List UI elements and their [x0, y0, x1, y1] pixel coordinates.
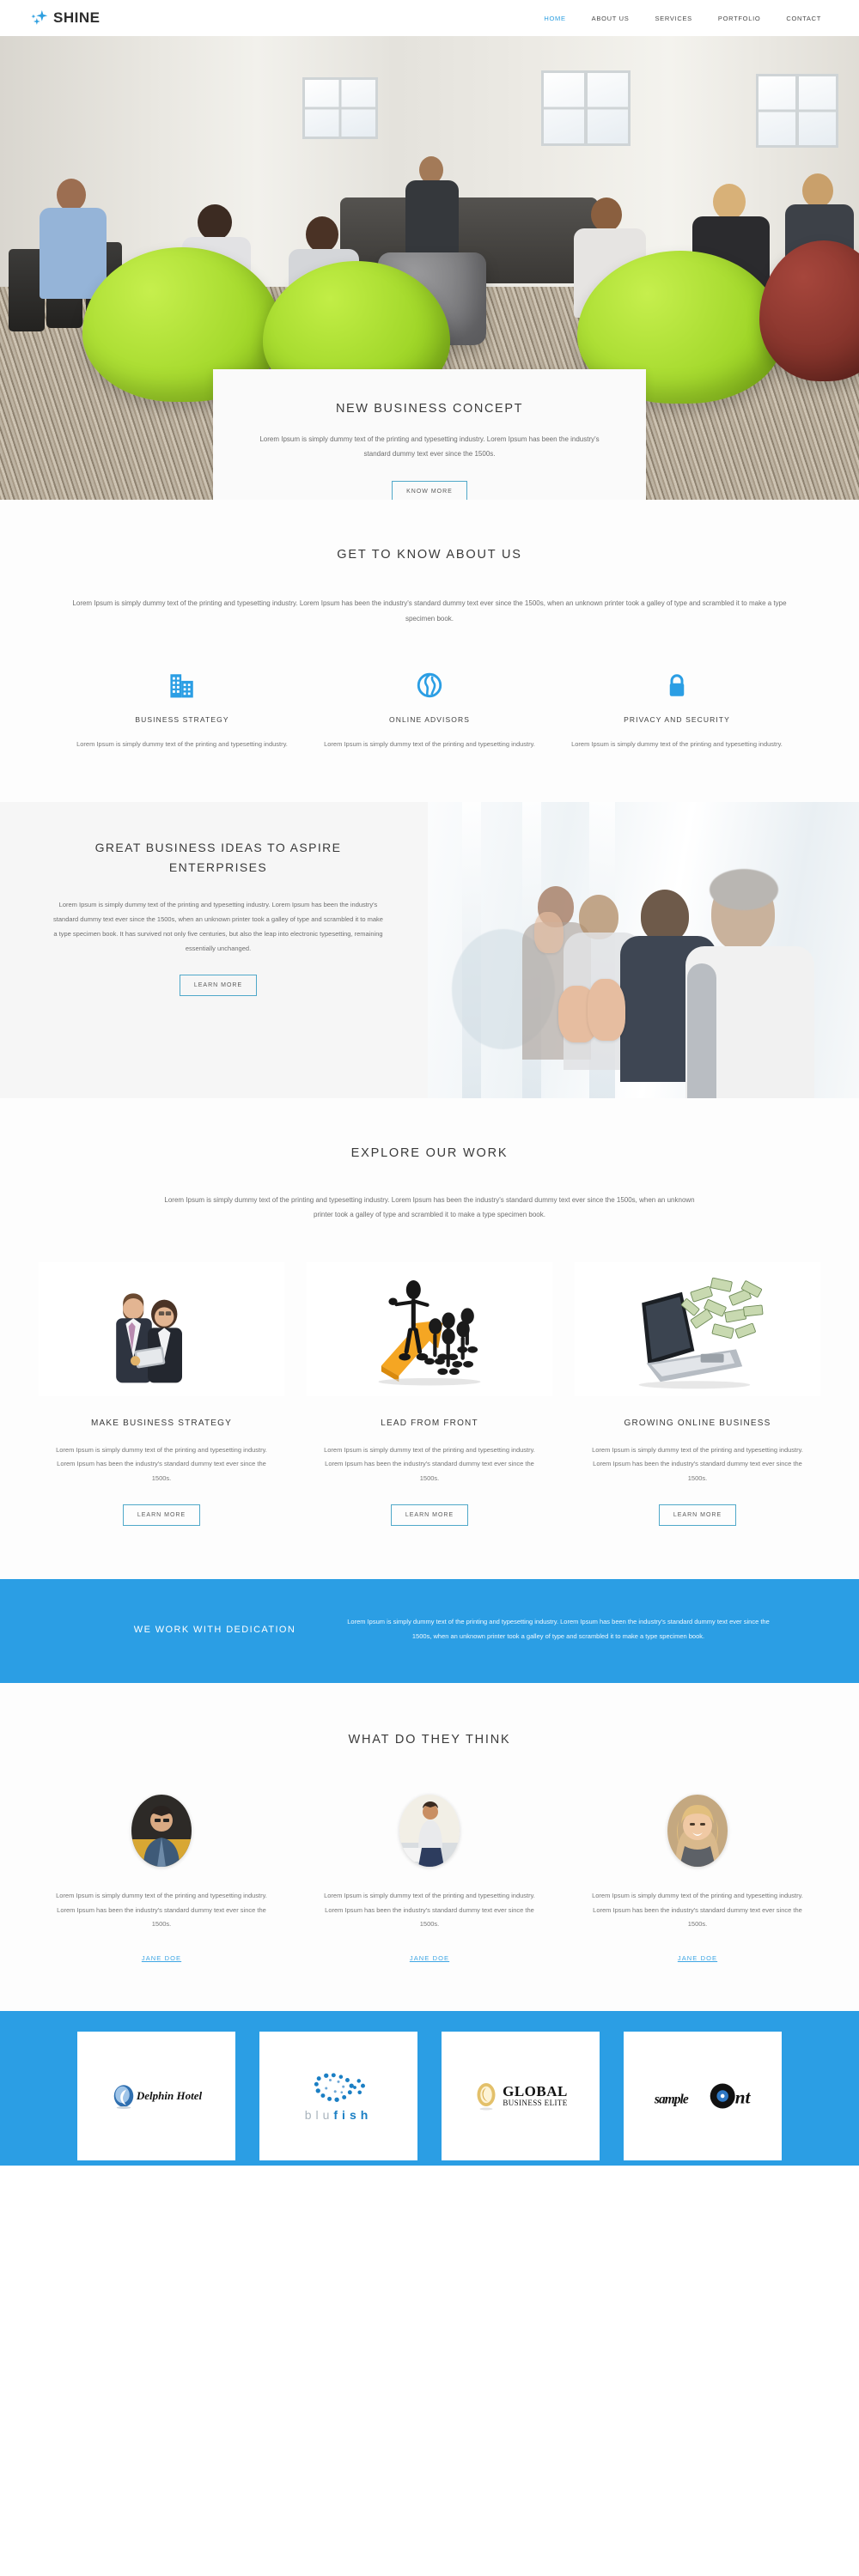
- hero-title: NEW BUSINESS CONCEPT: [335, 402, 524, 416]
- dedication-body: Lorem Ipsum is simply dummy text of the …: [347, 1618, 770, 1640]
- hero-content-card: NEW BUSINESS CONCEPT Lorem Ipsum is simp…: [213, 369, 646, 500]
- site-header: SHINE HOME ABOUT US SERVICES PORTFOLIO C…: [0, 0, 859, 36]
- feature-online-advisors: ONLINE ADVISORS Lorem Ipsum is simply du…: [306, 664, 553, 752]
- hero-know-more-button[interactable]: KNOW MORE: [392, 480, 467, 500]
- testimonial-item: Lorem Ipsum is simply dummy text of the …: [307, 1795, 552, 1965]
- feature-list: BUSINESS STRATEGY Lorem Ipsum is simply …: [0, 664, 859, 752]
- ideas-learn-more-button[interactable]: LEARN MORE: [179, 975, 258, 997]
- globe-icon: [316, 664, 543, 700]
- work-card-lead-from-front: LEAD FROM FRONT Lorem Ipsum is simply du…: [307, 1261, 552, 1527]
- client-logo-global-business-elite[interactable]: GLOBAL BUSINESS ELITE: [442, 2031, 600, 2160]
- testimonial-name[interactable]: JANE DOE: [142, 1954, 181, 1962]
- ideas-text-column: GREAT BUSINESS IDEAS TO ASPIRE ENTERPRIS…: [0, 801, 428, 1098]
- testimonial-name[interactable]: JANE DOE: [678, 1954, 717, 1962]
- work-section: EXPLORE OUR WORK Lorem Ipsum is simply d…: [0, 1097, 859, 1580]
- dedication-banner: WE WORK WITH DEDICATION Lorem Ipsum is s…: [0, 1579, 859, 1684]
- about-lead: Lorem Ipsum is simply dummy text of the …: [72, 599, 787, 623]
- testimonial-name[interactable]: JANE DOE: [410, 1954, 449, 1962]
- feature-body: Lorem Ipsum is simply dummy text of the …: [571, 740, 783, 749]
- ideas-title: GREAT BUSINESS IDEAS TO ASPIRE ENTERPRIS…: [94, 840, 342, 874]
- testimonial-body: Lorem Ipsum is simply dummy text of the …: [592, 1892, 803, 1929]
- about-section: GET TO KNOW ABOUT US Lorem Ipsum is simp…: [0, 500, 859, 802]
- feature-body: Lorem Ipsum is simply dummy text of the …: [76, 740, 288, 749]
- client-logo-blufish[interactable]: blufish: [259, 2031, 417, 2160]
- ideas-section: GREAT BUSINESS IDEAS TO ASPIRE ENTERPRIS…: [0, 801, 859, 1098]
- hero-body: Lorem Ipsum is simply dummy text of the …: [259, 435, 600, 458]
- feature-title: ONLINE ADVISORS: [389, 715, 470, 725]
- nav-item-services[interactable]: SERVICES: [655, 15, 691, 22]
- sparkle-icon: [31, 9, 50, 27]
- work-card-title: LEAD FROM FRONT: [381, 1418, 478, 1428]
- work-card-learn-more-button[interactable]: LEARN MORE: [122, 1504, 201, 1527]
- clients-section: Delphin Hotel blufish GLOBAL BUSINESS EL…: [0, 2010, 859, 2166]
- client-name-line1: GLOBAL: [503, 2082, 568, 2099]
- work-card-learn-more-button[interactable]: LEARN MORE: [390, 1504, 469, 1527]
- feature-title: BUSINESS STRATEGY: [135, 715, 229, 725]
- feature-privacy-and-security: PRIVACY AND SECURITY Lorem Ipsum is simp…: [553, 664, 801, 752]
- sample-logo: sample nt: [653, 2079, 752, 2113]
- client-name-dim: blu: [304, 2107, 334, 2122]
- testimonial-item: Lorem Ipsum is simply dummy text of the …: [39, 1795, 284, 1965]
- dedication-title: WE WORK WITH DEDICATION: [133, 1624, 296, 1635]
- brand-logo[interactable]: SHINE: [31, 9, 100, 27]
- work-card-body: Lorem Ipsum is simply dummy text of the …: [56, 1445, 267, 1482]
- testimonial-item: Lorem Ipsum is simply dummy text of the …: [575, 1795, 820, 1965]
- work-card-learn-more-button[interactable]: LEARN MORE: [658, 1504, 737, 1527]
- client-logo-dolphin-hotel[interactable]: Delphin Hotel: [77, 2031, 235, 2160]
- nav-item-portfolio[interactable]: PORTFOLIO: [718, 15, 761, 22]
- testimonial-body: Lorem Ipsum is simply dummy text of the …: [324, 1892, 535, 1929]
- work-card-list: MAKE BUSINESS STRATEGY Lorem Ipsum is si…: [0, 1261, 859, 1527]
- ideas-photo: [428, 801, 859, 1098]
- testimonials-section: WHAT DO THEY THINK Lorem Ipsum is simply…: [0, 1683, 859, 2011]
- svg-text:nt: nt: [735, 2087, 752, 2108]
- feature-business-strategy: BUSINESS STRATEGY Lorem Ipsum is simply …: [58, 664, 306, 752]
- global-business-elite-logo: GLOBAL BUSINESS ELITE: [473, 2081, 568, 2111]
- brand-name: SHINE: [53, 9, 101, 26]
- main-nav: HOME ABOUT US SERVICES PORTFOLIO CONTACT: [544, 15, 821, 22]
- work-card-image: [575, 1261, 820, 1396]
- work-card-image: [39, 1261, 284, 1396]
- work-lead: Lorem Ipsum is simply dummy text of the …: [164, 1195, 695, 1219]
- testimonial-list: Lorem Ipsum is simply dummy text of the …: [0, 1795, 859, 1965]
- work-card-growing-online-business: GROWING ONLINE BUSINESS Lorem Ipsum is s…: [575, 1261, 820, 1527]
- work-card-make-business-strategy: MAKE BUSINESS STRATEGY Lorem Ipsum is si…: [39, 1261, 284, 1527]
- feature-title: PRIVACY AND SECURITY: [624, 715, 730, 725]
- svg-text:sample: sample: [654, 2093, 689, 2107]
- lock-icon: [564, 664, 790, 700]
- testimonials-title: WHAT DO THEY THINK: [348, 1733, 511, 1747]
- nav-item-contact[interactable]: CONTACT: [786, 15, 821, 22]
- work-card-body: Lorem Ipsum is simply dummy text of the …: [592, 1445, 803, 1482]
- client-logo-sample[interactable]: sample nt: [624, 2031, 782, 2160]
- client-name-line2: BUSINESS ELITE: [503, 2098, 568, 2107]
- dolphin-hotel-logo: Delphin Hotel: [111, 2083, 202, 2109]
- building-icon: [69, 664, 295, 700]
- avatar: [399, 1795, 460, 1868]
- ideas-body: Lorem Ipsum is simply dummy text of the …: [53, 900, 383, 952]
- avatar: [131, 1795, 192, 1868]
- nav-item-home[interactable]: HOME: [544, 15, 565, 22]
- work-title: EXPLORE OUR WORK: [350, 1145, 509, 1160]
- feature-body: Lorem Ipsum is simply dummy text of the …: [324, 740, 535, 749]
- nav-item-about-us[interactable]: ABOUT US: [592, 15, 630, 22]
- client-name-hot: fish: [333, 2107, 373, 2122]
- client-name: Delphin Hotel: [136, 2088, 203, 2102]
- work-card-body: Lorem Ipsum is simply dummy text of the …: [324, 1445, 535, 1482]
- hero-banner: NEW BUSINESS CONCEPT Lorem Ipsum is simp…: [0, 36, 859, 500]
- work-card-title: GROWING ONLINE BUSINESS: [624, 1418, 771, 1428]
- testimonial-body: Lorem Ipsum is simply dummy text of the …: [56, 1892, 267, 1929]
- about-title: GET TO KNOW ABOUT US: [337, 548, 522, 562]
- avatar: [667, 1795, 728, 1868]
- blufish-logo: blufish: [305, 2070, 373, 2122]
- work-card-title: MAKE BUSINESS STRATEGY: [90, 1418, 233, 1428]
- work-card-image: [307, 1261, 552, 1396]
